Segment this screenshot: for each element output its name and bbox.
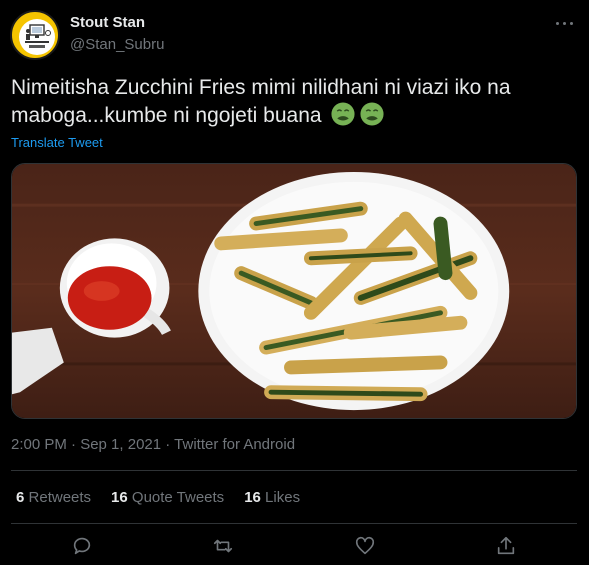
- share-icon: [498, 536, 515, 554]
- translate-tweet-link[interactable]: Translate Tweet: [11, 135, 103, 150]
- tweet-timestamp[interactable]: 2:00 PM · Sep 1, 2021 · Twitter for Andr…: [11, 436, 295, 453]
- display-name[interactable]: Stout Stan: [70, 14, 145, 31]
- more-icon[interactable]: [553, 12, 575, 34]
- user-handle[interactable]: @Stan_Subru: [70, 36, 164, 53]
- quotes-label: Quote Tweets: [131, 489, 225, 506]
- tweet-header: Stout Stan @Stan_Subru: [10, 10, 579, 62]
- retweets-count: 6: [16, 489, 25, 506]
- like-button[interactable]: [354, 535, 376, 562]
- reply-icon: [73, 537, 90, 554]
- likes-count: 16: [244, 489, 261, 506]
- quotes-count: 16: [111, 489, 128, 506]
- heart-icon: [355, 536, 374, 554]
- quote-tweets-stat[interactable]: 16 Quote Tweets: [111, 489, 224, 506]
- retweets-label: Retweets: [28, 489, 92, 506]
- tweet-body: Nimeitisha Zucchini Fries mimi nilidhani…: [11, 74, 581, 129]
- divider: [11, 523, 577, 524]
- tweet-text: Nimeitisha Zucchini Fries mimi nilidhani…: [11, 76, 511, 127]
- likes-label: Likes: [265, 489, 301, 506]
- reply-button[interactable]: [71, 535, 93, 562]
- avatar-illustration-icon: [25, 24, 51, 48]
- zucchini-fries-photo: [12, 164, 576, 418]
- tweet-actions: [11, 534, 577, 562]
- nauseated-face-emoji-icon: [360, 102, 384, 126]
- retweet-icon: [214, 539, 233, 552]
- likes-stat[interactable]: 16 Likes: [244, 489, 300, 506]
- tweet-photo[interactable]: [11, 163, 577, 419]
- nauseated-face-emoji-icon: [331, 102, 355, 126]
- tweet-stats: 6 Retweets 16 Quote Tweets 16 Likes: [16, 489, 300, 506]
- retweets-stat[interactable]: 6 Retweets: [16, 489, 91, 506]
- avatar[interactable]: [10, 10, 60, 60]
- divider: [11, 470, 577, 471]
- retweet-button[interactable]: [212, 535, 234, 562]
- share-button[interactable]: [495, 535, 517, 562]
